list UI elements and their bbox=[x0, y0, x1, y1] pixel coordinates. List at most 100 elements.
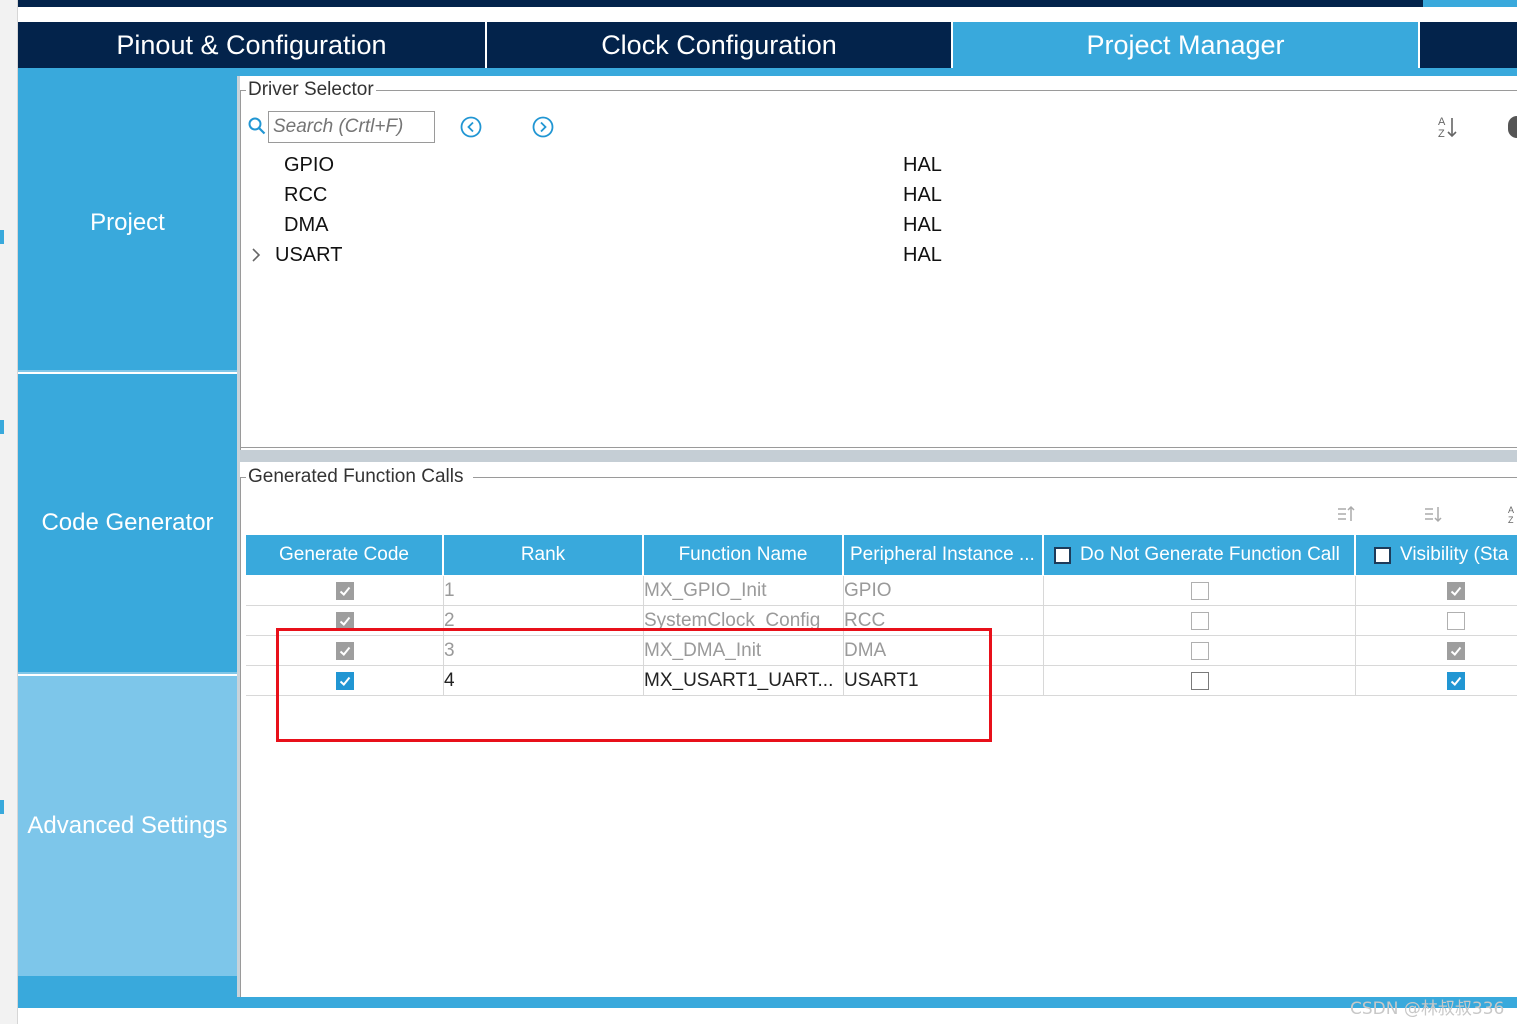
do-not-generate-cell bbox=[1044, 636, 1356, 666]
driver-row[interactable]: USART HAL bbox=[248, 242, 1048, 270]
rank-cell: 2 bbox=[444, 606, 644, 636]
do-not-generate-cell bbox=[1044, 606, 1356, 636]
table-row[interactable]: 2 SystemClock_Config RCC bbox=[246, 606, 1517, 636]
svg-text:Z: Z bbox=[1438, 128, 1445, 140]
peripheral-instance-cell: GPIO bbox=[844, 576, 1044, 606]
driver-type[interactable]: HAL bbox=[903, 154, 942, 177]
chevron-left-circle-icon[interactable] bbox=[460, 116, 482, 138]
driver-selector-title: Driver Selector bbox=[246, 79, 376, 101]
generate-code-cell bbox=[246, 606, 444, 636]
tab-clock-configuration[interactable]: Clock Configuration bbox=[487, 22, 953, 68]
generate-code-checkbox[interactable] bbox=[335, 612, 354, 630]
driver-row[interactable]: DMA HAL bbox=[248, 212, 1048, 240]
left-edge-panel bbox=[0, 0, 18, 1024]
sidebar-item-code-generator[interactable]: Code Generator bbox=[18, 374, 237, 674]
table-row[interactable]: 3 MX_DMA_Init DMA bbox=[246, 636, 1517, 666]
visibility-checkbox[interactable] bbox=[1446, 672, 1465, 690]
panel-splitter[interactable] bbox=[240, 450, 1517, 462]
do-not-generate-checkbox[interactable] bbox=[1190, 612, 1209, 630]
driver-selector-frame bbox=[240, 447, 1517, 448]
sort-az-icon[interactable]: A Z bbox=[1436, 114, 1460, 140]
visibility-all-checkbox[interactable] bbox=[1374, 546, 1391, 564]
visibility-cell bbox=[1356, 576, 1517, 606]
tab-pinout-configuration[interactable]: Pinout & Configuration bbox=[18, 22, 487, 68]
svg-text:A: A bbox=[1508, 505, 1514, 515]
do-not-generate-checkbox[interactable] bbox=[1190, 672, 1209, 690]
generate-code-checkbox[interactable] bbox=[335, 642, 354, 660]
checkmark-icon bbox=[1450, 676, 1461, 686]
search-icon bbox=[248, 117, 266, 135]
svg-text:Z: Z bbox=[1508, 515, 1514, 524]
checkmark-icon bbox=[1450, 646, 1461, 656]
do-not-generate-cell bbox=[1044, 576, 1356, 606]
generate-code-cell bbox=[246, 576, 444, 606]
driver-name: USART bbox=[275, 244, 343, 266]
checkmark-icon bbox=[339, 646, 350, 656]
column-header-function-name[interactable]: Function Name bbox=[644, 535, 844, 575]
move-down-icon[interactable] bbox=[1423, 504, 1443, 524]
rank-cell: 4 bbox=[444, 666, 644, 696]
edge-marker bbox=[0, 230, 4, 244]
driver-type[interactable]: HAL bbox=[903, 184, 942, 207]
driver-search-input[interactable] bbox=[268, 111, 435, 143]
do-not-generate-checkbox[interactable] bbox=[1190, 582, 1209, 600]
visibility-cell bbox=[1356, 666, 1517, 696]
function-name-cell: MX_DMA_Init bbox=[644, 636, 844, 666]
peripheral-instance-cell: DMA bbox=[844, 636, 1044, 666]
do-not-generate-cell bbox=[1044, 666, 1356, 696]
edge-marker bbox=[0, 420, 4, 434]
svg-text:A: A bbox=[1438, 116, 1446, 128]
driver-selector-frame bbox=[240, 90, 1517, 91]
table-row[interactable]: 4 MX_USART1_UART... USART1 bbox=[246, 666, 1517, 696]
edge-marker bbox=[0, 800, 4, 814]
peripheral-instance-cell: RCC bbox=[844, 606, 1044, 636]
function-calls-frame bbox=[240, 477, 241, 997]
project-manager-sidebar: Project Code Generator Advanced Settings bbox=[18, 76, 237, 1008]
driver-name: GPIO bbox=[284, 154, 335, 176]
tab-project-manager[interactable]: Project Manager bbox=[953, 22, 1420, 68]
bottom-bar bbox=[18, 997, 1517, 1008]
sort-az-icon[interactable]: A Z bbox=[1507, 504, 1517, 524]
tab-underline bbox=[18, 68, 1517, 76]
checkmark-icon bbox=[339, 616, 350, 626]
column-header-label: Do Not Generate Function Call bbox=[1080, 544, 1340, 565]
column-header-visibility[interactable]: Visibility (Sta bbox=[1356, 535, 1517, 575]
do-not-generate-checkbox[interactable] bbox=[1190, 642, 1209, 660]
visibility-cell bbox=[1356, 636, 1517, 666]
table-row[interactable]: 1 MX_GPIO_Init GPIO bbox=[246, 576, 1517, 606]
move-up-icon[interactable] bbox=[1336, 504, 1356, 524]
column-header-do-not-generate[interactable]: Do Not Generate Function Call bbox=[1044, 535, 1356, 575]
visibility-checkbox[interactable] bbox=[1446, 582, 1465, 600]
column-header-label: Visibility (Sta bbox=[1400, 544, 1509, 565]
visibility-checkbox[interactable] bbox=[1446, 612, 1465, 630]
chevron-right-icon[interactable] bbox=[250, 246, 262, 264]
top-light-strip bbox=[1423, 0, 1517, 7]
driver-row[interactable]: RCC HAL bbox=[248, 182, 1048, 210]
chevron-right-circle-icon[interactable] bbox=[532, 116, 554, 138]
sidebar-item-project[interactable]: Project bbox=[18, 76, 237, 372]
rank-cell: 1 bbox=[444, 576, 644, 606]
tab-tools[interactable] bbox=[1420, 22, 1517, 68]
driver-name: RCC bbox=[284, 184, 328, 206]
visibility-checkbox[interactable] bbox=[1446, 642, 1465, 660]
driver-selector-frame bbox=[240, 90, 241, 450]
driver-type[interactable]: HAL bbox=[903, 214, 942, 237]
main-tab-bar: Pinout & Configuration Clock Configurati… bbox=[18, 22, 1517, 68]
generate-code-cell bbox=[246, 666, 444, 696]
checkmark-icon bbox=[339, 586, 350, 596]
generate-code-cell bbox=[246, 636, 444, 666]
column-header-rank[interactable]: Rank bbox=[444, 535, 644, 575]
function-name-cell: MX_USART1_UART... bbox=[644, 666, 844, 696]
checkmark-icon bbox=[1450, 586, 1461, 596]
driver-name: DMA bbox=[284, 214, 329, 236]
column-header-peripheral-instance[interactable]: Peripheral Instance ... bbox=[844, 535, 1044, 575]
do-not-generate-all-checkbox[interactable] bbox=[1054, 546, 1071, 564]
driver-row[interactable]: GPIO HAL bbox=[248, 152, 1048, 180]
function-calls-title: Generated Function Calls bbox=[246, 466, 474, 488]
driver-type[interactable]: HAL bbox=[903, 244, 942, 267]
column-header-generate-code[interactable]: Generate Code bbox=[246, 535, 444, 575]
sidebar-item-advanced-settings[interactable]: Advanced Settings bbox=[18, 676, 237, 976]
help-icon[interactable] bbox=[1508, 116, 1517, 138]
generate-code-checkbox[interactable] bbox=[335, 672, 354, 690]
generate-code-checkbox[interactable] bbox=[335, 582, 354, 600]
